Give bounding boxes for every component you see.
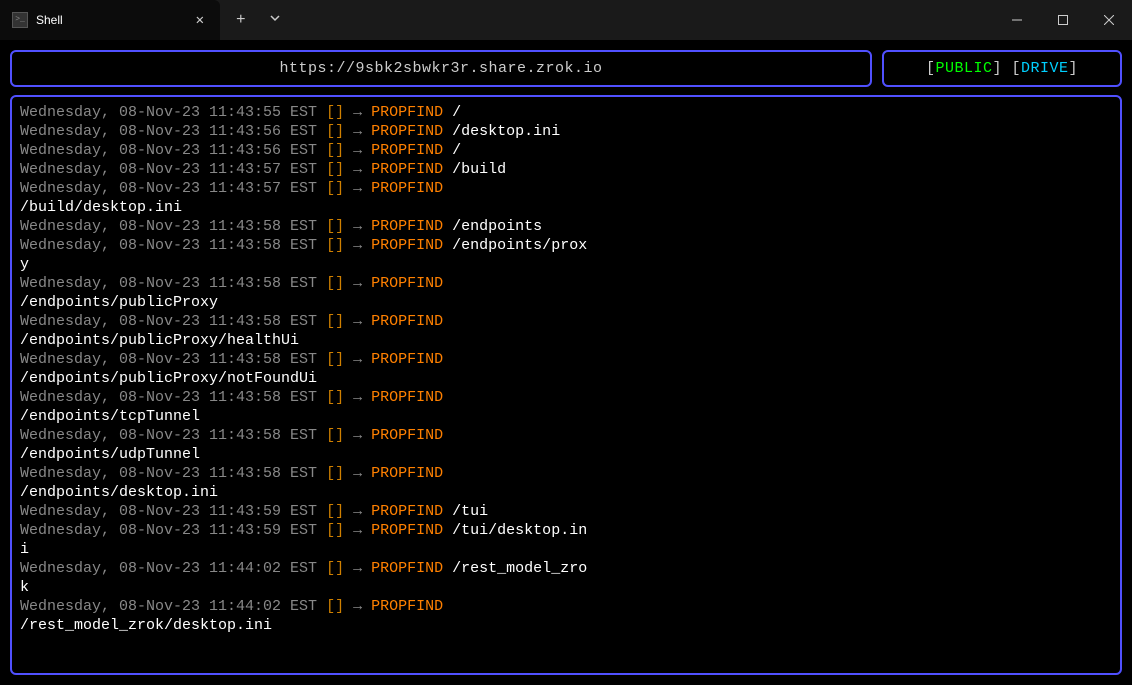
log-entry-wrap: /rest_model_zrok/desktop.ini bbox=[20, 616, 1112, 635]
status-badges: [PUBLIC] [DRIVE] bbox=[882, 50, 1122, 87]
window-controls bbox=[994, 0, 1132, 40]
log-entry: Wednesday, 08-Nov-23 11:43:59 EST [] → P… bbox=[20, 521, 1112, 540]
log-entry: Wednesday, 08-Nov-23 11:43:56 EST [] → P… bbox=[20, 122, 1112, 141]
terminal-window: >_ Shell ✕ + https://9sbk2sbwkr3r.share.… bbox=[0, 0, 1132, 685]
log-entry-wrap: k bbox=[20, 578, 1112, 597]
log-entry: Wednesday, 08-Nov-23 11:43:58 EST [] → P… bbox=[20, 236, 1112, 255]
log-entry: Wednesday, 08-Nov-23 11:43:58 EST [] → P… bbox=[20, 350, 1112, 369]
tab-title: Shell bbox=[36, 13, 184, 27]
maximize-button[interactable] bbox=[1040, 0, 1086, 40]
close-window-button[interactable] bbox=[1086, 0, 1132, 40]
log-entry-wrap: y bbox=[20, 255, 1112, 274]
log-entry: Wednesday, 08-Nov-23 11:43:57 EST [] → P… bbox=[20, 160, 1112, 179]
new-tab-button[interactable]: + bbox=[228, 7, 254, 33]
log-entry: Wednesday, 08-Nov-23 11:43:58 EST [] → P… bbox=[20, 217, 1112, 236]
drive-badge: DRIVE bbox=[1021, 60, 1069, 77]
log-entry-wrap: /endpoints/udpTunnel bbox=[20, 445, 1112, 464]
close-tab-icon[interactable]: ✕ bbox=[192, 10, 208, 31]
titlebar: >_ Shell ✕ + bbox=[0, 0, 1132, 40]
tab-shell[interactable]: >_ Shell ✕ bbox=[0, 0, 220, 40]
log-entry-wrap: /endpoints/publicProxy/notFoundUi bbox=[20, 369, 1112, 388]
share-url: https://9sbk2sbwkr3r.share.zrok.io bbox=[10, 50, 872, 87]
log-entry: Wednesday, 08-Nov-23 11:43:57 EST [] → P… bbox=[20, 179, 1112, 198]
log-entry: Wednesday, 08-Nov-23 11:43:58 EST [] → P… bbox=[20, 312, 1112, 331]
log-entry-wrap: /endpoints/publicProxy/healthUi bbox=[20, 331, 1112, 350]
public-badge: PUBLIC bbox=[935, 60, 992, 77]
log-entry: Wednesday, 08-Nov-23 11:43:58 EST [] → P… bbox=[20, 388, 1112, 407]
log-entry: Wednesday, 08-Nov-23 11:43:58 EST [] → P… bbox=[20, 426, 1112, 445]
log-entry: Wednesday, 08-Nov-23 11:43:58 EST [] → P… bbox=[20, 274, 1112, 293]
minimize-button[interactable] bbox=[994, 0, 1040, 40]
log-entry-wrap: /build/desktop.ini bbox=[20, 198, 1112, 217]
log-entry: Wednesday, 08-Nov-23 11:44:02 EST [] → P… bbox=[20, 597, 1112, 616]
tab-actions: + bbox=[220, 0, 292, 40]
log-entry: Wednesday, 08-Nov-23 11:43:59 EST [] → P… bbox=[20, 502, 1112, 521]
terminal-body[interactable]: https://9sbk2sbwkr3r.share.zrok.io [PUBL… bbox=[0, 40, 1132, 685]
tab-dropdown-icon[interactable] bbox=[266, 9, 284, 31]
log-entry: Wednesday, 08-Nov-23 11:43:58 EST [] → P… bbox=[20, 464, 1112, 483]
log-entry-wrap: /endpoints/tcpTunnel bbox=[20, 407, 1112, 426]
log-panel[interactable]: Wednesday, 08-Nov-23 11:43:55 EST [] → P… bbox=[10, 95, 1122, 675]
header-row: https://9sbk2sbwkr3r.share.zrok.io [PUBL… bbox=[10, 50, 1122, 87]
log-entry: Wednesday, 08-Nov-23 11:44:02 EST [] → P… bbox=[20, 559, 1112, 578]
log-entry: Wednesday, 08-Nov-23 11:43:56 EST [] → P… bbox=[20, 141, 1112, 160]
log-entry-wrap: /endpoints/desktop.ini bbox=[20, 483, 1112, 502]
log-entry-wrap: i bbox=[20, 540, 1112, 559]
log-entry-wrap: /endpoints/publicProxy bbox=[20, 293, 1112, 312]
log-entry: Wednesday, 08-Nov-23 11:43:55 EST [] → P… bbox=[20, 103, 1112, 122]
terminal-icon: >_ bbox=[12, 12, 28, 28]
